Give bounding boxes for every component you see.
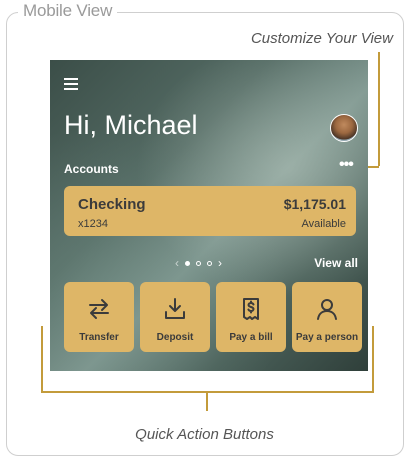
chevron-right-icon[interactable]: › [218,256,222,270]
deposit-icon [165,298,185,319]
account-balance: $1,175.01 [283,196,346,212]
quick-action-bracket [41,326,43,392]
account-name: Checking [78,196,146,213]
phone-screen: Hi, Michael Accounts ••• Checking x1234 … [50,60,368,371]
more-options-icon[interactable]: ••• [339,156,354,174]
bill-icon [243,298,259,320]
page-dot-2[interactable] [196,260,201,266]
accounts-label: Accounts [64,162,119,176]
transfer-label: Transfer [79,332,119,343]
balance-label: Available [301,218,346,230]
deposit-label: Deposit [156,332,194,343]
quick-actions-callout: Quick Action Buttons [135,426,274,443]
page-dot-1[interactable] [185,260,190,266]
account-number: x1234 [78,218,108,230]
pay-person-button[interactable]: Pay a person [292,282,362,352]
transfer-icon [89,299,109,319]
page-dot-3[interactable] [207,260,212,266]
greeting: Hi, Michael [64,110,198,140]
quick-action-bracket [41,391,374,393]
pay-bill-button[interactable]: Pay a bill [216,282,286,352]
quick-action-bracket [206,391,208,411]
chevron-left-icon[interactable]: ‹ [175,256,179,270]
quick-actions: Transfer Deposit Pay a bill Pay a person [64,282,362,352]
deposit-button[interactable]: Deposit [140,282,210,352]
pay-bill-label: Pay a bill [229,332,273,343]
customize-callout-line [378,52,380,166]
account-card-checking[interactable]: Checking x1234 $1,175.01 Available [64,186,356,236]
transfer-button[interactable]: Transfer [64,282,134,352]
quick-action-bracket [372,326,374,392]
view-all-link[interactable]: View all [314,256,358,270]
pay-person-label: Pay a person [295,332,359,343]
person-icon [317,299,337,320]
hamburger-menu-icon[interactable] [64,78,78,93]
customize-callout: Customize Your View [250,30,393,47]
account-pager: ‹ › [175,256,222,270]
frame-title: Mobile View [18,0,118,22]
avatar[interactable] [330,114,358,142]
